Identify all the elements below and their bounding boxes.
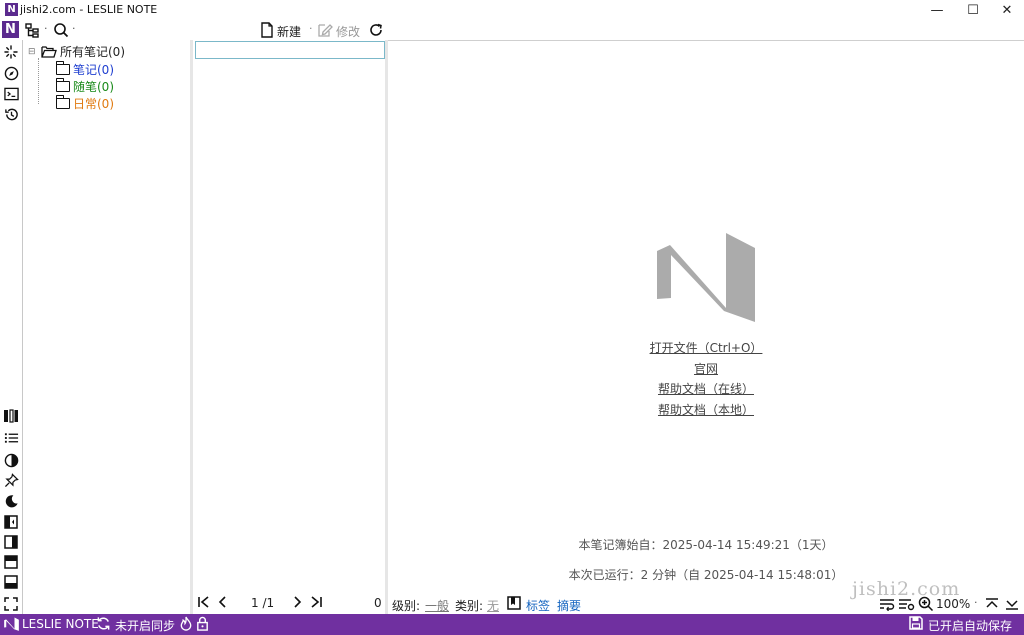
save-icon	[909, 616, 923, 633]
category-label: 类别:	[455, 599, 484, 613]
zoom-icon[interactable]	[918, 596, 934, 615]
history-icon[interactable]	[3, 106, 19, 122]
moon-icon[interactable]	[3, 493, 19, 509]
close-button[interactable]: ✕	[990, 0, 1024, 20]
splitter-left[interactable]	[190, 40, 193, 614]
status-bar: LESLIE NOTE 未开启同步 已开启自动保存	[0, 614, 1024, 635]
terminal-icon[interactable]	[3, 86, 19, 102]
settings-list-icon[interactable]	[898, 597, 915, 614]
tree-root-label[interactable]: 所有笔记(0)	[60, 43, 125, 60]
next-page-icon[interactable]	[291, 595, 303, 612]
edit-button[interactable]: 修改	[336, 23, 360, 40]
separator: ·	[72, 22, 76, 35]
first-page-icon[interactable]	[197, 595, 211, 612]
official-site-link[interactable]: 官网	[388, 360, 1024, 377]
sync-icon[interactable]	[96, 616, 111, 634]
tree-item-notes[interactable]: 笔记(0)	[55, 61, 114, 78]
list-icon[interactable]	[3, 430, 19, 446]
tree-item-essays[interactable]: 随笔(0)	[55, 78, 114, 95]
columns-icon[interactable]	[3, 408, 19, 424]
logo-graphic-icon	[656, 226, 756, 329]
separator: ·	[44, 22, 48, 35]
panel-right-icon[interactable]	[3, 534, 19, 550]
panel-top-icon[interactable]	[3, 554, 19, 570]
note-count: 0	[374, 596, 382, 610]
collapse-up-icon[interactable]	[985, 597, 999, 614]
window-title: jishi2.com - LESLIE NOTE	[20, 3, 158, 16]
folder-icon	[55, 61, 70, 75]
panel-left-icon[interactable]	[3, 514, 19, 530]
new-button[interactable]: 新建	[277, 23, 301, 40]
category-value[interactable]: 无	[487, 597, 499, 614]
fullscreen-icon[interactable]	[3, 596, 19, 612]
wrap-icon[interactable]	[879, 597, 895, 614]
notebook-created-info: 本笔记簿始自：2025-04-14 15:49:21（1天）	[578, 538, 834, 552]
open-file-link[interactable]: 打开文件（Ctrl+O）	[388, 339, 1024, 356]
note-search-input[interactable]	[195, 41, 385, 59]
level-value[interactable]: 一般	[425, 597, 449, 614]
tree-item-label[interactable]: 随笔(0)	[73, 78, 114, 95]
help-local-link[interactable]: 帮助文档（本地）	[388, 401, 1024, 418]
content-area: 打开文件（Ctrl+O） 官网 帮助文档（在线） 帮助文档（本地） 本笔记簿始自…	[388, 40, 1024, 614]
title-bar: N jishi2.com - LESLIE NOTE — ☐ ✕	[0, 0, 1024, 20]
compass-icon[interactable]	[3, 65, 19, 81]
tree-item-label[interactable]: 笔记(0)	[73, 61, 114, 78]
autosave-status: 已开启自动保存	[928, 619, 1013, 633]
fire-icon[interactable]	[180, 616, 192, 634]
icon-strip	[0, 40, 23, 614]
status-app-name: LESLIE NOTE	[22, 617, 99, 631]
folder-open-icon	[41, 45, 57, 58]
prev-page-icon[interactable]	[217, 595, 229, 612]
page-indicator: 1 /1	[251, 596, 275, 610]
tree-view-icon[interactable]	[24, 22, 40, 38]
app-logo-icon[interactable]: N	[2, 21, 19, 38]
lock-icon[interactable]	[196, 616, 209, 634]
tree-guide-line	[38, 58, 40, 104]
separator: ·	[309, 22, 313, 35]
bookmark-icon[interactable]	[507, 596, 521, 613]
expand-down-icon[interactable]	[1005, 597, 1019, 614]
tag-button[interactable]: 标签	[526, 597, 550, 614]
refresh-icon[interactable]	[368, 22, 384, 38]
maximize-button[interactable]: ☐	[956, 0, 990, 20]
zoom-level[interactable]: 100%	[936, 597, 970, 611]
help-online-link[interactable]: 帮助文档（在线）	[388, 380, 1024, 397]
content-top-border	[388, 40, 1024, 41]
collapse-icon[interactable]: ⊟	[28, 47, 38, 57]
search-icon[interactable]	[53, 22, 69, 38]
notebook-tree: ⊟ 所有笔记(0) 笔记(0) 随笔(0) 日常(0)	[22, 40, 193, 614]
sparkle-icon[interactable]	[3, 44, 19, 60]
panel-bottom-icon[interactable]	[3, 574, 19, 590]
sync-status[interactable]: 未开启同步	[115, 617, 175, 634]
last-page-icon[interactable]	[309, 595, 323, 612]
tree-root[interactable]: ⊟ 所有笔记(0)	[28, 43, 125, 60]
edit-doc-icon[interactable]	[317, 22, 333, 38]
splitter-right[interactable]	[385, 40, 388, 614]
new-doc-icon[interactable]	[259, 22, 275, 38]
tree-item-daily[interactable]: 日常(0)	[55, 95, 114, 112]
note-list: 1 /1 0	[193, 40, 388, 614]
summary-button[interactable]: 摘要	[557, 597, 581, 614]
app-logo-icon: N	[5, 3, 18, 16]
folder-icon	[55, 95, 70, 109]
app-logo-icon	[4, 616, 19, 635]
toolbar: N · · 新建 · 修改	[0, 20, 1024, 40]
contrast-icon[interactable]	[3, 452, 19, 468]
minimize-button[interactable]: —	[920, 0, 954, 20]
level-label: 级别:	[392, 599, 421, 613]
separator: ·	[974, 596, 978, 609]
tree-item-label[interactable]: 日常(0)	[73, 95, 114, 112]
pin-icon[interactable]	[3, 472, 19, 488]
folder-icon	[55, 78, 70, 92]
